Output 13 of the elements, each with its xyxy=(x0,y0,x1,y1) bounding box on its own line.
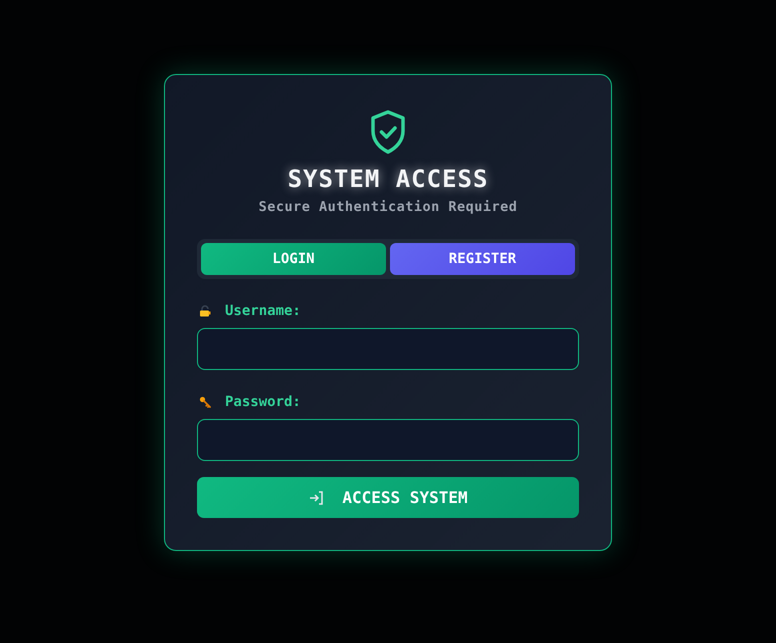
field-label: Username: xyxy=(225,303,301,319)
password-field[interactable] xyxy=(197,419,579,461)
username-field[interactable] xyxy=(197,328,579,370)
field-label: Password: xyxy=(225,394,301,410)
key-icon xyxy=(199,396,211,408)
padlock-icon xyxy=(199,305,211,317)
subtitle: Secure Authentication Required xyxy=(258,199,518,215)
login-icon xyxy=(308,490,324,506)
shield-check-icon xyxy=(369,109,407,155)
access-system-button[interactable]: ACCESS SYSTEM xyxy=(197,477,579,518)
title: SYSTEM ACCESS xyxy=(286,165,490,193)
tab[interactable]: LOGIN xyxy=(201,243,386,275)
tab[interactable]: REGISTER xyxy=(390,243,575,275)
